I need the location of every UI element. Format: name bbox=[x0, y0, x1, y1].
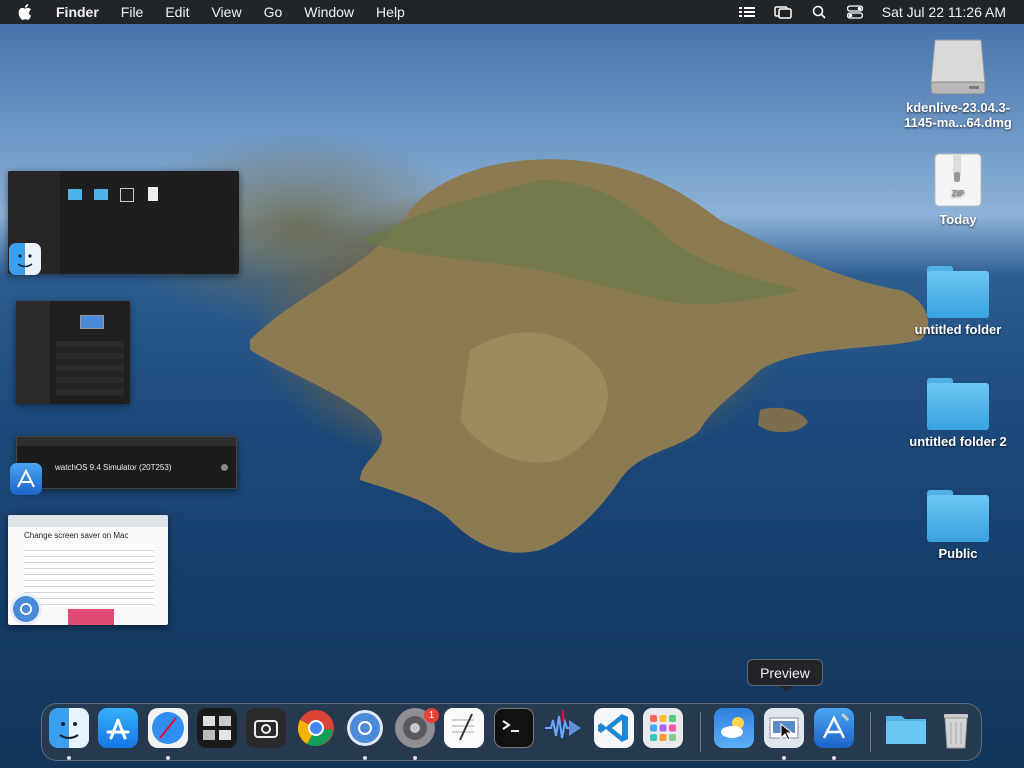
browser-article-body bbox=[24, 545, 154, 605]
xcode-app-icon bbox=[10, 463, 42, 495]
image-file-icon bbox=[120, 188, 134, 202]
dock-finder-icon[interactable] bbox=[49, 708, 89, 748]
desktop-item-public-label: Public bbox=[938, 546, 978, 561]
folder-icon bbox=[94, 189, 108, 200]
wallpaper-island bbox=[250, 159, 929, 553]
dock-separator bbox=[700, 712, 701, 752]
dock-launchpad-icon[interactable] bbox=[643, 708, 683, 748]
menu-go[interactable]: Go bbox=[264, 4, 283, 20]
menu-bar: Finder File Edit View Go Window Help Sat… bbox=[0, 0, 1024, 24]
dock-instruments-icon[interactable] bbox=[543, 708, 583, 748]
dock-downloads-folder-icon[interactable] bbox=[884, 708, 926, 748]
dock-chrome-icon[interactable] bbox=[296, 708, 336, 748]
desktop-item-dmg-label: kdenlive-23.04.3- 1145-ma...64.dmg bbox=[904, 100, 1012, 130]
dock-screenshot-icon[interactable] bbox=[246, 708, 286, 748]
folder-icon bbox=[927, 490, 989, 542]
settings-sidebar-preview bbox=[16, 301, 50, 404]
menu-window[interactable]: Window bbox=[304, 4, 354, 20]
browser-article-heading: Change screen saver on Mac bbox=[24, 531, 129, 540]
desktop-item-today-label: Today bbox=[939, 212, 977, 227]
desktop-item-untitled-folder-2[interactable]: untitled folder 2 bbox=[898, 378, 1018, 449]
dock-app-store-icon[interactable] bbox=[98, 708, 138, 748]
desktop-item-untitled-folder[interactable]: untitled folder bbox=[898, 266, 1018, 337]
simulator-window-thumbnail[interactable]: watchOS 9.4 Simulator (20T253) bbox=[16, 436, 237, 489]
menu-help[interactable]: Help bbox=[376, 4, 405, 20]
dock-terminal-icon[interactable] bbox=[494, 708, 534, 748]
desktop-item-dmg[interactable]: kdenlive-23.04.3- 1145-ma...64.dmg bbox=[898, 36, 1018, 130]
simulator-titlebar bbox=[17, 437, 236, 446]
display-preview-icon bbox=[80, 315, 104, 329]
screen-mirroring-icon[interactable] bbox=[773, 5, 792, 19]
folder-icon bbox=[927, 378, 989, 430]
document-file-icon bbox=[148, 187, 158, 201]
dock-running-indicator bbox=[782, 756, 786, 760]
simulator-label: watchOS 9.4 Simulator (20T253) bbox=[55, 463, 172, 472]
notification-badge: 1 bbox=[424, 708, 439, 723]
finder-window-thumbnail[interactable] bbox=[8, 171, 239, 274]
dock-running-indicator bbox=[67, 756, 71, 760]
menu-app-name[interactable]: Finder bbox=[56, 4, 99, 20]
browser-article-image bbox=[68, 609, 114, 625]
dock-xcode-icon[interactable] bbox=[814, 708, 854, 748]
dock-trash-icon[interactable] bbox=[936, 708, 976, 749]
spotlight-search-icon[interactable] bbox=[810, 5, 828, 19]
dock-chromium-icon[interactable] bbox=[345, 708, 385, 748]
dock-running-indicator bbox=[166, 756, 170, 760]
finder-app-icon bbox=[9, 243, 41, 275]
settings-window-thumbnail[interactable] bbox=[16, 301, 130, 404]
zip-archive-icon: ZIP bbox=[933, 152, 983, 208]
apple-menu-icon[interactable] bbox=[18, 4, 38, 20]
dock-mission-control-icon[interactable] bbox=[197, 708, 237, 748]
dock-textedit-icon[interactable] bbox=[444, 708, 484, 748]
dock-tooltip: Preview bbox=[747, 659, 823, 692]
simulator-status-dot bbox=[221, 464, 228, 471]
menu-edit[interactable]: Edit bbox=[165, 4, 189, 20]
dock-safari-icon[interactable] bbox=[148, 708, 188, 748]
dock-running-indicator bbox=[363, 756, 367, 760]
desktop-item-untitled-folder-label: untitled folder bbox=[914, 322, 1002, 337]
folder-icon bbox=[68, 189, 82, 200]
sidebar-list-icon[interactable] bbox=[738, 5, 756, 19]
dock-separator bbox=[870, 712, 871, 752]
svg-text:ZIP: ZIP bbox=[952, 189, 965, 198]
disk-image-icon bbox=[929, 36, 987, 96]
folder-icon bbox=[927, 266, 989, 318]
settings-list-preview bbox=[56, 341, 124, 396]
desktop-item-public[interactable]: Public bbox=[898, 490, 1018, 561]
dock-weather-icon[interactable] bbox=[714, 708, 754, 748]
dock-running-indicator bbox=[832, 756, 836, 760]
dock-vscode-icon[interactable] bbox=[594, 708, 634, 748]
menu-file[interactable]: File bbox=[121, 4, 144, 20]
dock-preview-icon[interactable] bbox=[764, 708, 804, 748]
desktop-item-untitled-folder-2-label: untitled folder 2 bbox=[909, 434, 1007, 449]
chromium-app-icon bbox=[10, 593, 42, 625]
menubar-clock[interactable]: Sat Jul 22 11:26 AM bbox=[882, 4, 1006, 20]
menu-view[interactable]: View bbox=[211, 4, 241, 20]
desktop-item-today[interactable]: ZIP Today bbox=[898, 152, 1018, 227]
control-center-icon[interactable] bbox=[846, 5, 864, 19]
browser-tabbar-preview bbox=[8, 515, 168, 527]
dock-running-indicator bbox=[413, 756, 417, 760]
